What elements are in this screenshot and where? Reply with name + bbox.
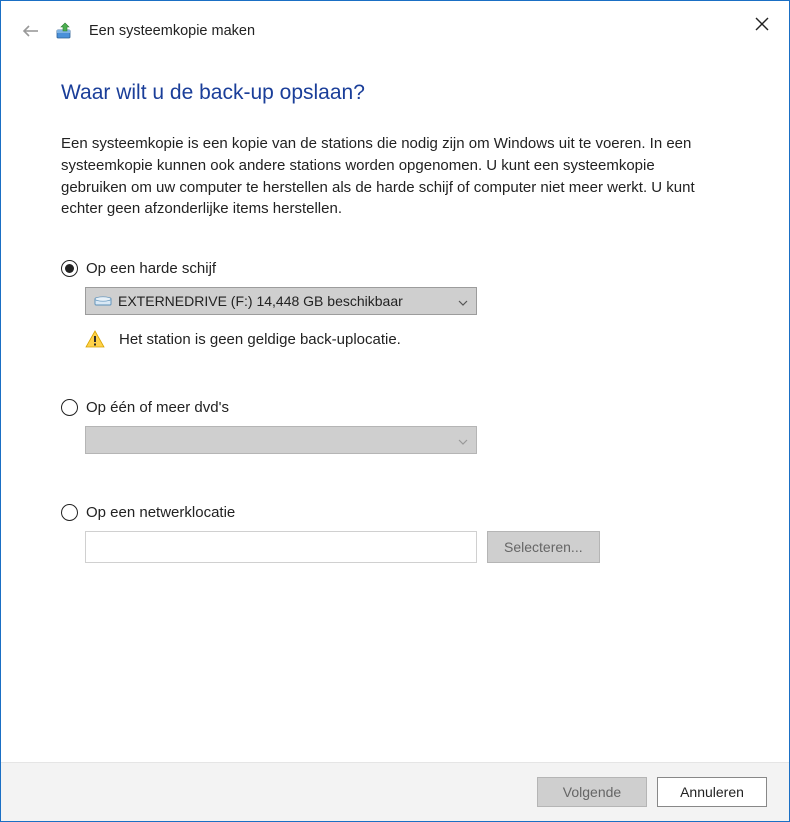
option-dvd: Op één of meer dvd's <box>61 399 729 454</box>
drive-select[interactable]: EXTERNEDRIVE (F:) 14,448 GB beschikbaar <box>85 287 477 315</box>
radio-icon <box>61 399 78 416</box>
radio-label-hard-disk: Op een harde schijf <box>86 260 216 277</box>
drive-warning-text: Het station is geen geldige back-uplocat… <box>119 331 401 348</box>
option-network: Op een netwerklocatie Selecteren... <box>61 504 729 563</box>
wizard-header: Een systeemkopie maken <box>1 1 789 41</box>
hard-drive-icon <box>94 294 112 308</box>
back-button[interactable] <box>21 21 41 41</box>
radio-icon <box>61 504 78 521</box>
option-hard-disk: Op een harde schijf EXTERNEDRIVE (F:) 14… <box>61 260 729 349</box>
page-description: Een systeemkopie is een kopie van de sta… <box>61 133 721 220</box>
drive-select-value: EXTERNEDRIVE (F:) 14,448 GB beschikbaar <box>118 293 403 309</box>
close-button[interactable] <box>747 9 777 39</box>
dvd-select <box>85 426 477 454</box>
browse-button: Selecteren... <box>487 531 600 563</box>
radio-label-dvd: Op één of meer dvd's <box>86 399 229 416</box>
wizard-content: Waar wilt u de back-up opslaan? Een syst… <box>1 41 789 762</box>
page-heading: Waar wilt u de back-up opslaan? <box>61 81 729 105</box>
arrow-left-icon <box>22 24 40 38</box>
cancel-button[interactable]: Annuleren <box>657 777 767 807</box>
next-button: Volgende <box>537 777 647 807</box>
drive-warning: Het station is geen geldige back-uplocat… <box>85 329 729 349</box>
radio-dvd[interactable]: Op één of meer dvd's <box>61 399 729 416</box>
system-image-icon <box>55 21 75 41</box>
radio-network[interactable]: Op een netwerklocatie <box>61 504 729 521</box>
wizard-window: Een systeemkopie maken Waar wilt u de ba… <box>0 0 790 822</box>
chevron-down-icon <box>458 293 468 309</box>
radio-label-network: Op een netwerklocatie <box>86 504 235 521</box>
network-path-input[interactable] <box>85 531 477 563</box>
wizard-footer: Volgende Annuleren <box>1 762 789 821</box>
radio-icon <box>61 260 78 277</box>
warning-icon <box>85 329 105 349</box>
chevron-down-icon <box>458 432 468 448</box>
close-icon <box>755 17 769 31</box>
radio-hard-disk[interactable]: Op een harde schijf <box>61 260 729 277</box>
wizard-title: Een systeemkopie maken <box>89 23 255 39</box>
